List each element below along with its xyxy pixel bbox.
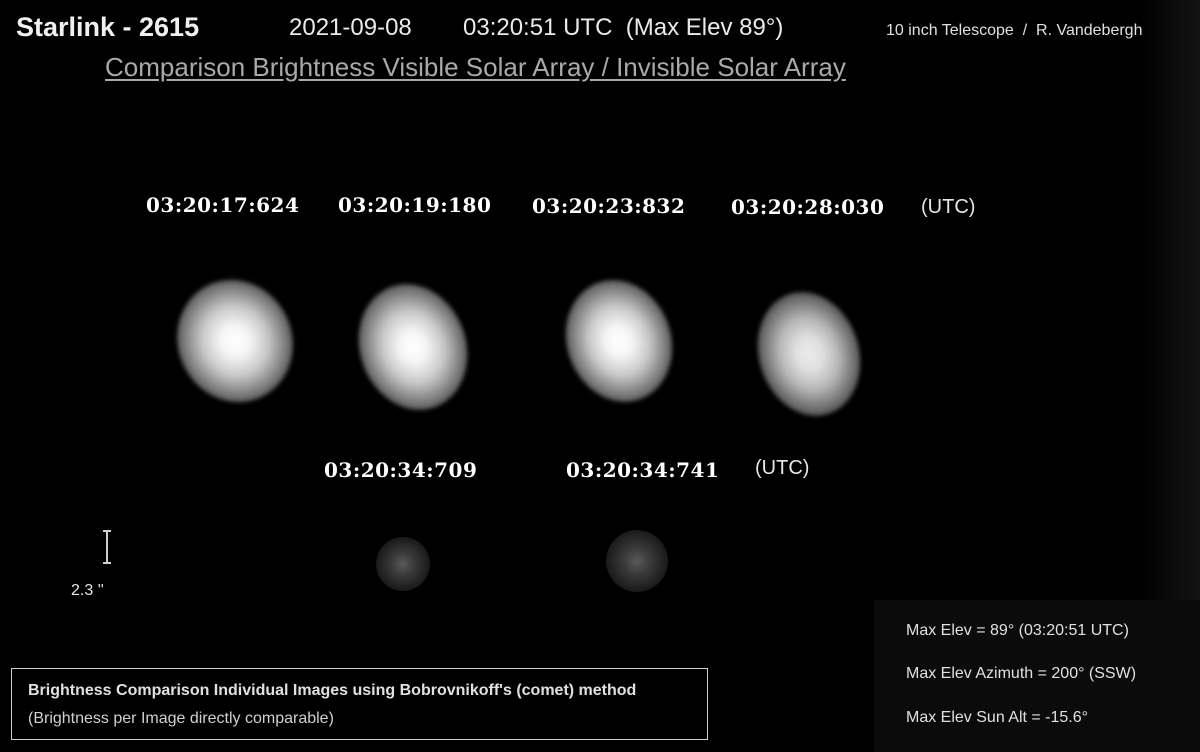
stat-max-elev-azimuth: Max Elev Azimuth = 200° (SSW) xyxy=(906,665,1137,682)
timestamp-label: 03:20:28:030 xyxy=(731,195,885,219)
timestamp-label: 03:20:19:180 xyxy=(338,193,492,217)
observation-date: 2021-09-08 xyxy=(289,14,412,41)
timestamp-label: 03:20:34:709 xyxy=(324,458,478,482)
satellite-image-faint xyxy=(606,530,668,592)
page-title: Starlink - 2615 xyxy=(16,12,200,42)
satellite-image-faint xyxy=(376,537,430,591)
method-note-subtitle: (Brightness per Image directly comparabl… xyxy=(28,710,334,727)
timestamp-label: 03:20:34:741 xyxy=(566,458,720,482)
stat-max-elev: Max Elev = 89° (03:20:51 UTC) xyxy=(906,622,1129,639)
satellite-image-bright xyxy=(741,278,877,430)
utc-unit-label: (UTC) xyxy=(921,196,976,218)
observation-time: 03:20:51 UTC (Max Elev 89°) xyxy=(463,14,784,41)
stat-max-elev-sun-alt: Max Elev Sun Alt = -15.6° xyxy=(906,709,1089,726)
utc-unit-label: (UTC) xyxy=(755,457,810,479)
satellite-image-bright xyxy=(157,260,313,422)
method-note-box: Brightness Comparison Individual Images … xyxy=(11,668,708,740)
credit-text: 10 inch Telescope / R. Vandebergh xyxy=(886,22,1143,39)
method-note-title: Brightness Comparison Individual Images … xyxy=(28,682,637,699)
satellite-image-bright xyxy=(341,268,485,426)
page-subtitle: Comparison Brightness Visible Solar Arra… xyxy=(105,52,846,82)
timestamp-label: 03:20:23:832 xyxy=(532,194,686,218)
scale-label: 2.3 '' xyxy=(71,582,104,599)
satellite-image-bright xyxy=(548,264,690,418)
scale-bar-icon xyxy=(103,530,111,564)
timestamp-label: 03:20:17:624 xyxy=(146,193,300,217)
